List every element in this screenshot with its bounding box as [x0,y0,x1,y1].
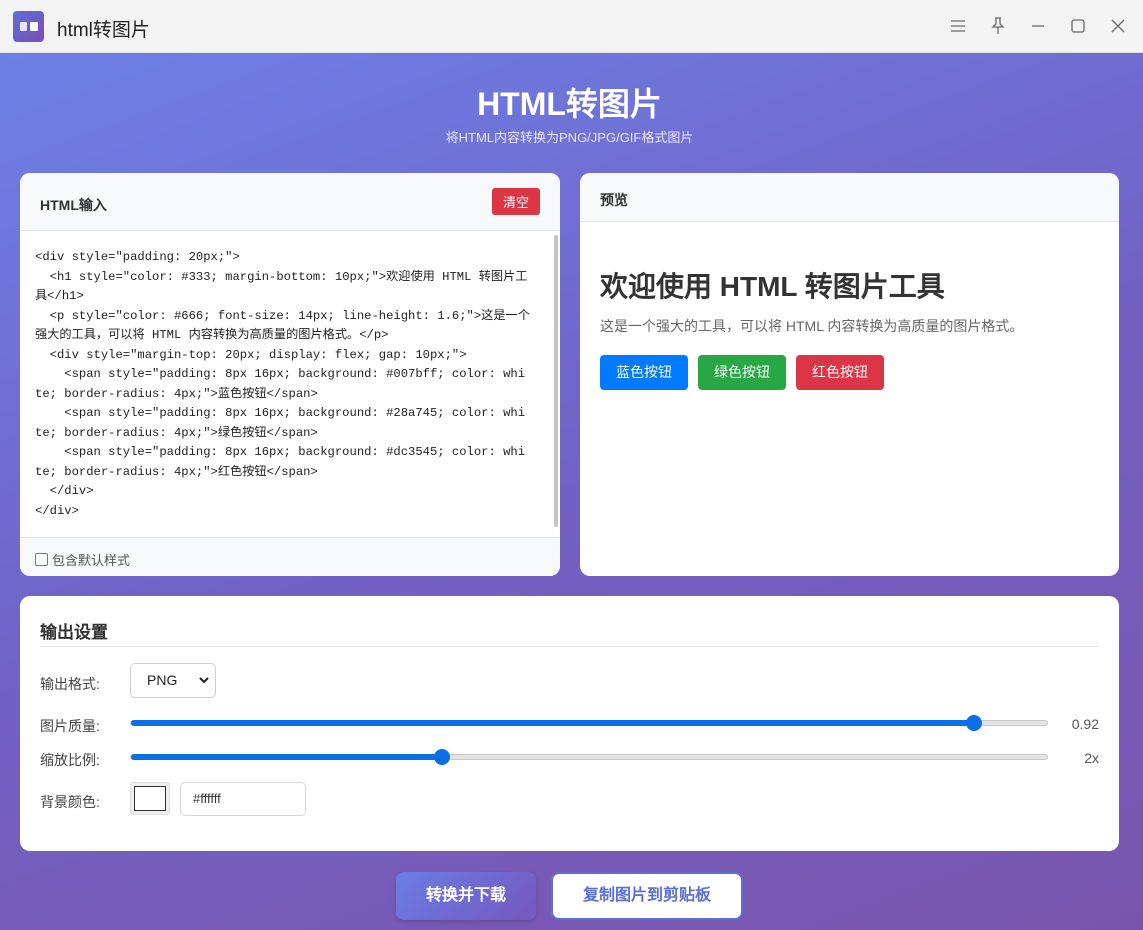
format-select[interactable]: PNG [130,663,216,698]
preview-paragraph: 这是一个强大的工具，可以将 HTML 内容转换为高质量的图片格式。 [600,318,1024,334]
chevron-down-icon [199,677,209,684]
html-code-editor[interactable]: <div style="padding: 20px;"> <h1 style="… [20,231,560,537]
minimize-icon[interactable] [1027,15,1049,37]
preview-heading: 欢迎使用 HTML 转图片工具 [600,271,945,302]
preview-green-button: 绿色按钮 [698,355,786,390]
bg-color-label: 背景颜色: [40,794,100,810]
quality-label: 图片质量: [40,718,100,734]
app-logo-icon [13,11,44,42]
include-default-styles-checkbox[interactable] [35,553,48,566]
preview-blue-button: 蓝色按钮 [600,355,688,390]
preview-header: 预览 [580,173,1119,222]
copy-to-clipboard-button[interactable]: 复制图片到剪贴板 [551,872,743,920]
window-title: html转图片 [57,20,150,41]
clear-button[interactable]: 清空 [492,188,540,215]
quality-slider-fill [131,720,974,726]
window-titlebar: html转图片 [0,0,1143,53]
main-area: HTML转图片 将HTML内容转换为PNG/JPG/GIF格式图片 HTML输入… [0,53,1143,930]
include-default-styles-label: 包含默认样式 [52,553,131,568]
output-settings-panel: 输出设置 输出格式: PNG 图片质量: 0.92 缩放比例: 2x 背景颜色:… [20,596,1119,851]
scale-value: 2x [1084,750,1099,766]
editor-scrollbar[interactable] [554,235,558,527]
html-input-label: HTML输入 [40,197,107,213]
format-select-value: PNG [147,672,178,688]
settings-divider [40,646,1099,647]
include-default-styles-option[interactable]: 包含默认样式 [35,550,130,569]
quality-slider-thumb[interactable] [965,715,982,731]
bg-color-picker[interactable] [130,782,170,815]
format-label: 输出格式: [40,676,100,692]
bg-color-swatch [134,786,166,811]
preview-red-button: 红色按钮 [796,355,884,390]
scale-label: 缩放比例: [40,752,100,768]
close-icon[interactable] [1107,15,1129,37]
html-input-header: HTML输入 清空 [20,173,560,231]
scale-slider[interactable] [130,749,1048,765]
page-subtitle: 将HTML内容转换为PNG/JPG/GIF格式图片 [445,130,694,145]
scale-slider-thumb[interactable] [434,749,451,765]
bg-color-input[interactable]: #ffffff [180,782,306,816]
convert-download-button[interactable]: 转换并下载 [396,872,536,920]
quality-value: 0.92 [1071,716,1099,732]
scale-slider-fill [131,754,443,760]
menu-icon[interactable] [947,15,969,37]
html-input-panel: HTML输入 清空 <div style="padding: 20px;"> <… [20,173,560,576]
html-input-footer: 包含默认样式 [20,537,560,576]
pin-icon[interactable] [987,15,1009,37]
settings-title: 输出设置 [40,623,108,642]
page-title: HTML转图片 [477,86,662,122]
preview-label: 预览 [600,192,628,208]
maximize-icon[interactable] [1067,15,1089,37]
preview-panel: 预览 欢迎使用 HTML 转图片工具 这是一个强大的工具，可以将 HTML 内容… [580,173,1119,576]
quality-slider[interactable] [130,715,1048,731]
